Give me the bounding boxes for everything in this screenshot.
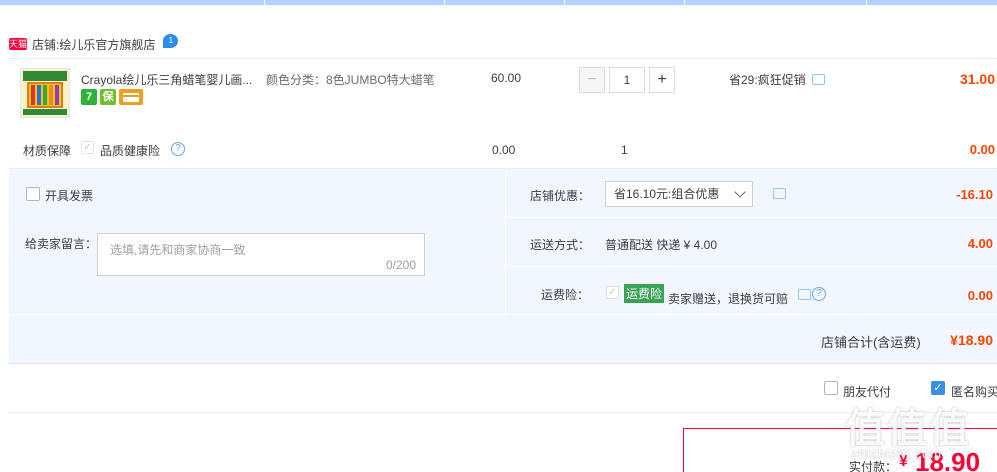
discount-message-icon[interactable]: [773, 188, 786, 199]
watermark-text: zhizhizhi.com: [851, 446, 943, 461]
item-subtotal: 31.00: [959, 71, 995, 87]
return-insurance-message-icon[interactable]: [798, 288, 811, 300]
order-options-left: 开具发票 给卖家留言： 选填,请先和商家协商一致 0/200: [9, 169, 504, 314]
thumbnail-crayon: [43, 85, 47, 105]
shipping-label: 运送方式：: [530, 238, 591, 252]
service-icons: 7 保: [81, 89, 143, 105]
thumbnail-crayon: [37, 85, 41, 105]
help-icon[interactable]: ?: [171, 142, 185, 156]
increase-button[interactable]: +: [649, 67, 675, 93]
row-separator: [9, 314, 997, 315]
topbar-separator: [444, 0, 445, 5]
cart-item: Crayola绘儿乐三角蜡笔婴儿画... 7 保 颜色分类：8色JUMBO特大蜡…: [9, 58, 997, 166]
quantity-input[interactable]: [609, 67, 645, 93]
memo-textarea[interactable]: 选填,请先和商家协商一致 0/200: [97, 233, 425, 276]
row-separator: [506, 217, 997, 218]
help-icon[interactable]: ?: [812, 287, 826, 301]
product-title-link[interactable]: Crayola绘儿乐三角蜡笔婴儿画...: [81, 71, 256, 88]
shop-total-value: ¥18.90: [950, 332, 993, 348]
thumbnail-crayon: [49, 85, 53, 105]
watermark: 值值值 zhizhizhi.com: [845, 396, 995, 466]
quantity-stepper: − +: [579, 67, 675, 93]
credit-card-icon[interactable]: [119, 89, 143, 105]
memo-char-count: 0/200: [385, 258, 416, 272]
unit-price: 60.00: [491, 71, 522, 85]
tmall-badge-icon: 天猫: [9, 38, 28, 50]
shop-discount-label: 店铺优惠：: [530, 189, 591, 203]
return-insurance-tag: 运费险: [624, 284, 665, 303]
thumbnail-crayon: [55, 85, 59, 105]
topbar-separator: [684, 0, 685, 5]
row-separator: [506, 266, 997, 267]
divider: [9, 363, 997, 364]
return-insurance-text: 卖家赠送，退换货可赔: [668, 292, 789, 306]
promo-message-icon[interactable]: [811, 74, 825, 85]
order-options-panel: 开具发票 给卖家留言： 选填,请先和商家协商一致 0/200 店铺优惠： 省16…: [9, 168, 997, 363]
shop-discount-selected: 省16.10元:组合优惠: [614, 187, 720, 201]
thumbnail-header-band: [23, 71, 67, 81]
sku-info: 颜色分类：8色JUMBO特大蜡笔: [266, 73, 435, 87]
shop-header: 天猫 店铺: 绘儿乐官方旗舰店 1: [9, 34, 179, 53]
decrease-button[interactable]: −: [579, 67, 605, 93]
shipping-method: 普通配送 快递 ¥ 4.00: [605, 238, 718, 252]
insurance-total: 0.00: [969, 142, 995, 157]
invoice-checkbox[interactable]: [26, 187, 40, 201]
insurance-section-label: 材质保障: [23, 144, 72, 158]
thumbnail-crayon: [31, 85, 35, 105]
invoice-label: 开具发票: [45, 189, 94, 203]
shop-label: 店铺:: [32, 37, 60, 52]
promotion-info: 省29:疯狂促销: [729, 71, 825, 88]
promotion-text: 省29:疯狂促销: [729, 73, 806, 87]
chat-bubble-icon[interactable]: 1: [163, 34, 179, 48]
top-progress-bar: [0, 0, 997, 5]
friend-pay-checkbox[interactable]: [824, 381, 838, 395]
topbar-separator: [264, 0, 265, 5]
thumbnail-footer-band: [23, 109, 67, 115]
topbar-separator: [564, 0, 565, 5]
seven-day-return-icon[interactable]: 7: [81, 89, 97, 105]
memo-label: 给卖家留言：: [25, 237, 98, 251]
return-insurance-checkbox[interactable]: ✓: [606, 286, 619, 299]
return-insurance-icons: ?: [798, 287, 826, 301]
shop-name-link[interactable]: 绘儿乐官方旗舰店: [59, 36, 155, 53]
insurance-quantity: 1: [621, 143, 628, 157]
insurance-checkbox[interactable]: ✓: [81, 141, 94, 154]
return-insurance-label: 运费险：: [541, 288, 590, 302]
shop-discount-value: -16.10: [956, 187, 993, 202]
topbar-separator: [866, 0, 867, 5]
shop-discount-select[interactable]: 省16.10元:组合优惠: [605, 181, 753, 207]
insurance-price: 0.00: [492, 143, 516, 157]
insurance-name: 品质健康险: [100, 144, 161, 158]
memo-placeholder: 选填,请先和商家协商一致: [110, 243, 246, 257]
return-insurance-value: 0.00: [967, 288, 993, 303]
shop-total-label: 店铺合计(含运费): [821, 335, 921, 350]
shipping-price: 4.00: [967, 236, 993, 251]
anonymous-checkbox[interactable]: ✓: [931, 381, 945, 395]
chevron-down-icon: [734, 186, 746, 198]
panel-divider: [505, 169, 506, 314]
guarantee-icon[interactable]: 保: [100, 89, 116, 105]
product-thumbnail[interactable]: [20, 68, 70, 118]
